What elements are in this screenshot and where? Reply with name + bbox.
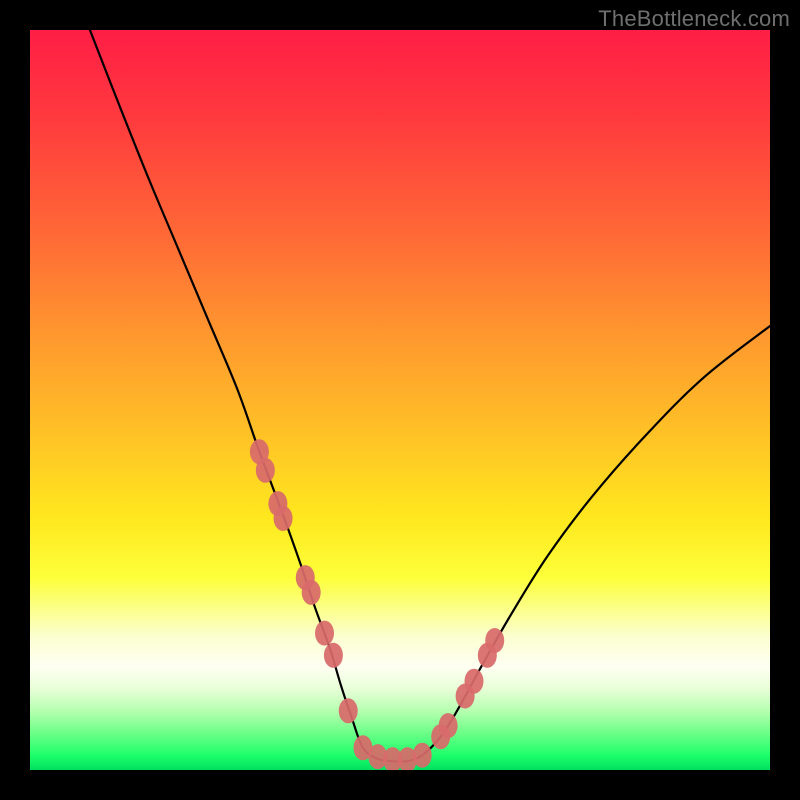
chart-svg: [30, 30, 770, 770]
data-marker: [256, 458, 275, 483]
data-marker: [413, 743, 432, 768]
data-marker: [339, 698, 358, 723]
data-marker: [465, 669, 484, 694]
data-marker: [324, 643, 343, 668]
chart-stage: TheBottleneck.com: [0, 0, 800, 800]
data-marker: [439, 713, 458, 738]
data-marker: [274, 506, 293, 531]
marker-cluster: [250, 439, 504, 770]
watermark-text: TheBottleneck.com: [598, 6, 790, 32]
plot-area: [30, 30, 770, 770]
data-marker: [302, 580, 321, 605]
data-marker: [485, 628, 504, 653]
bottleneck-curve: [90, 30, 770, 762]
data-marker: [315, 621, 334, 646]
